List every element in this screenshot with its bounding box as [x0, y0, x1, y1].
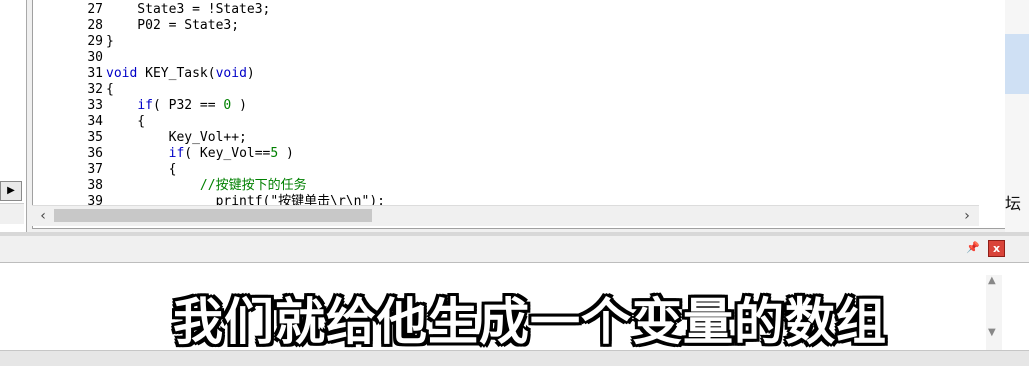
code-line: 37 {: [77, 162, 176, 178]
line-number: 29: [87, 34, 103, 49]
code-text: ( P32 ==: [152, 98, 224, 113]
code-text: ): [246, 66, 255, 81]
line-number: 37: [87, 162, 103, 177]
code-text: ): [231, 98, 247, 113]
chevron-left-icon[interactable]: ‹: [36, 208, 50, 224]
comment: //按键按下的任务: [106, 178, 307, 193]
code-text: Key_Vol++;: [106, 130, 247, 145]
code-line: 32{: [77, 82, 114, 98]
line-number: 32: [87, 82, 103, 97]
line-number: 36: [87, 146, 103, 161]
code-text: P02 = State3;: [106, 18, 240, 33]
code-text: State3 = !State3;: [106, 2, 271, 17]
right-edge-panel: 坛: [1005, 0, 1029, 232]
code-line-partial: 39 printf("按键单击\r\n");: [77, 194, 385, 205]
line-number: 31: [87, 66, 103, 81]
line-number: 35: [87, 130, 103, 145]
keyword: void: [106, 66, 138, 81]
code-line: 33 if( P32 == 0 ): [77, 98, 247, 114]
output-panel-header: 📌 x: [0, 236, 1029, 263]
keyword: void: [215, 66, 247, 81]
code-line: 28 P02 = State3;: [77, 18, 239, 34]
horizontal-scrollbar[interactable]: ‹ ›: [32, 205, 979, 226]
line-number: 38: [87, 178, 103, 193]
code-line: 36 if( Key_Vol==5 ): [77, 146, 294, 162]
line-number: 39: [87, 194, 103, 205]
line-number: 28: [87, 18, 103, 33]
code-text: {: [106, 82, 114, 97]
code-line: 27 State3 = !State3;: [77, 2, 270, 18]
video-subtitle: 我们就给他生成一个变量的数组: [173, 293, 887, 351]
line-number: 33: [87, 98, 103, 113]
code-line: 29}: [77, 34, 114, 50]
code-line: 38 //按键按下的任务: [77, 178, 307, 194]
right-edge-text: 坛: [1005, 194, 1022, 213]
code-area[interactable]: 27 State3 = !State3; 28 P02 = State3; 29…: [77, 0, 1005, 205]
code-text: ( Key_Vol==: [184, 146, 271, 161]
code-line: 31 void KEY_Task(void): [77, 66, 255, 82]
horizontal-scroll-thumb[interactable]: [54, 209, 372, 222]
line-number: 27: [87, 2, 103, 17]
left-pane-scrollbar[interactable]: [0, 203, 24, 224]
code-text: }: [106, 34, 114, 49]
code-line: 35 Key_Vol++;: [77, 130, 247, 146]
close-button[interactable]: x: [988, 240, 1005, 257]
code-text: {: [106, 114, 146, 129]
code-line: 30: [77, 50, 106, 66]
keyword: if: [168, 146, 185, 161]
left-pane: ▶: [0, 0, 27, 232]
code-editor[interactable]: 27 State3 = !State3; 28 P02 = State3; 29…: [32, 0, 1006, 229]
scroll-right-button[interactable]: ▶: [0, 181, 22, 201]
keyword: if: [137, 98, 153, 113]
code-text: printf("按键单击\r\n");: [106, 194, 385, 205]
code-line: 34 {: [77, 114, 145, 130]
chevron-right-icon[interactable]: ›: [960, 208, 974, 224]
code-text: ): [278, 146, 294, 161]
line-number: 34: [87, 114, 103, 129]
pin-icon[interactable]: 📌: [966, 241, 980, 255]
code-text: {: [106, 162, 177, 177]
right-edge-highlight: [1005, 34, 1029, 94]
line-number: 30: [87, 50, 103, 65]
code-text: KEY_Task(: [137, 66, 216, 81]
